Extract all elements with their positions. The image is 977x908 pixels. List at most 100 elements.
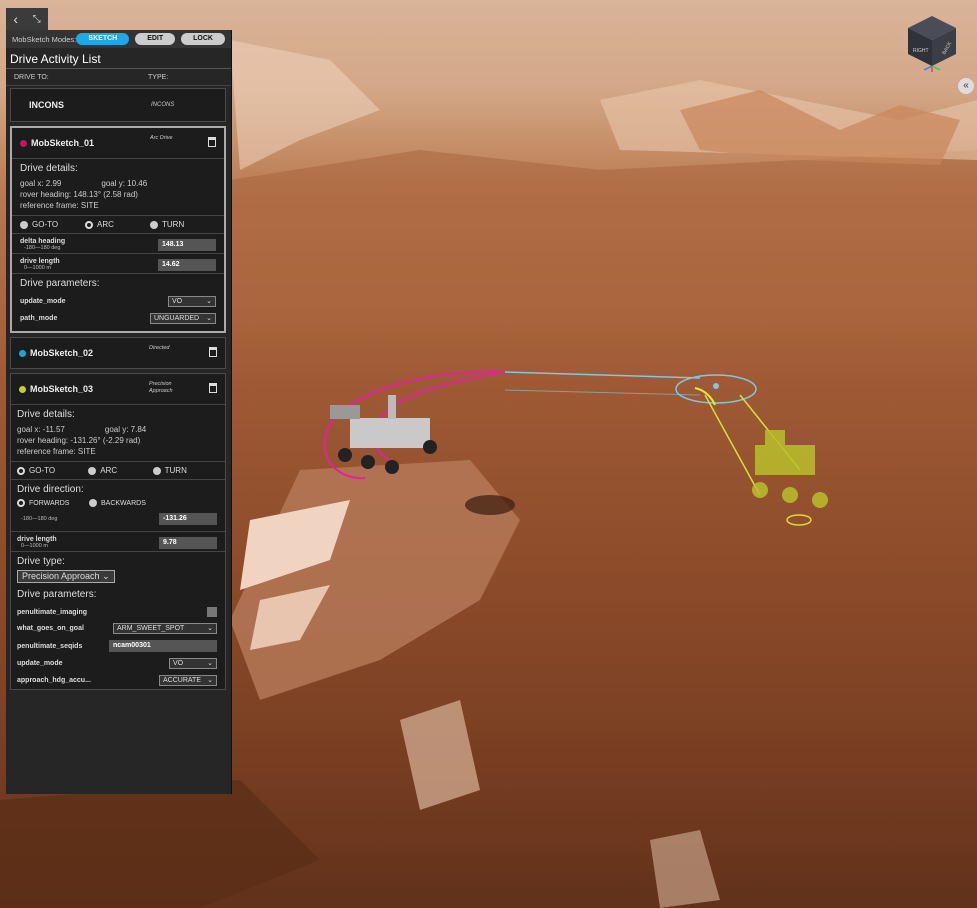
radio-icon [150, 220, 158, 229]
mobsketch-01-card[interactable]: MobSketch_01 Arc Drive Drive details: go… [10, 126, 226, 333]
hdg-select[interactable]: ACCURATE ⌄ [159, 675, 217, 686]
goal-value: ARM_SWEET_SPOT [117, 625, 185, 632]
mobsketch-03-card[interactable]: MobSketch_03 Precision Approach Drive de… [10, 373, 226, 690]
turn-label: TURN [164, 466, 187, 475]
drive-details-header: Drive details: [17, 409, 75, 420]
drive-length-row: drive length 0—1000 m 9.78 [11, 531, 225, 551]
arc-radio[interactable]: ARC [85, 220, 150, 229]
type-header: TYPE: [148, 74, 169, 81]
drive-length-input[interactable]: 14.62 [158, 258, 216, 271]
cube-right-label: RIGHT [913, 48, 929, 54]
heading-input[interactable]: -131.26 [159, 513, 217, 525]
turn-radio[interactable]: TURN [150, 220, 215, 229]
collapse-icon[interactable]: ⤡ [33, 14, 41, 25]
hdg-value: ACCURATE [163, 677, 201, 684]
radio-icon [20, 220, 28, 229]
mobsketch-01-type: Arc Drive [150, 135, 173, 141]
activity-list[interactable]: INCONS INCONS MobSketch_01 Arc Drive Dri… [10, 88, 226, 794]
goto-radio[interactable]: GO-TO [17, 466, 88, 475]
chevron-down-icon: ⌄ [207, 677, 213, 684]
radio-icon [89, 499, 97, 507]
radio-selected-icon [17, 466, 25, 475]
sketch-mode-button[interactable]: SKETCH [76, 33, 130, 45]
goto-radio[interactable]: GO-TO [20, 220, 85, 229]
arc-label: ARC [100, 466, 118, 475]
rover-heading: rover heading: -131.26° (-2.29 rad) [17, 436, 141, 445]
path-mode-value: UNGUARDED [154, 315, 200, 322]
pen-imaging-label: penultimate_imaging [17, 608, 88, 616]
drive-details-header: Drive details: [20, 163, 78, 174]
mobsketch-01-header[interactable]: MobSketch_01 Arc Drive [12, 128, 224, 158]
arc-label: ARC [97, 220, 114, 229]
chevron-down-icon: ⌄ [206, 298, 212, 305]
drive-params-header: Drive parameters: [20, 278, 100, 289]
column-headers: DRIVE TO: TYPE: [6, 69, 231, 86]
delta-heading-label: delta heading [20, 238, 66, 245]
drive-length-range: 0—1000 m [21, 543, 48, 549]
drive-type-select[interactable]: Precision Approach ⌄ [17, 570, 115, 583]
color-dot-icon [19, 349, 26, 357]
drive-mode-radios: GO-TO ARC TURN [12, 215, 224, 233]
drive-params-header: Drive parameters: [17, 589, 97, 600]
mobsketch-03-header[interactable]: MobSketch_03 Precision Approach [11, 374, 225, 404]
mobsketch-03-type: Precision Approach [149, 381, 173, 394]
goal-select[interactable]: ARM_SWEET_SPOT ⌄ [113, 623, 217, 634]
modes-label: MobSketch Modes: [12, 34, 77, 44]
view-cube-icon[interactable]: RIGHT BACK [904, 14, 960, 72]
backwards-radio[interactable]: BACKWARDS [89, 499, 169, 507]
update-mode-label: update_mode [17, 660, 63, 667]
radio-selected-icon [17, 499, 25, 507]
update-mode-select[interactable]: VO ⌄ [169, 658, 217, 669]
goal-label: what_goes_on_goal [17, 625, 84, 632]
delta-heading-row: delta heading -180—180 deg 148.13 [12, 233, 224, 253]
rover-ghost [752, 430, 828, 508]
chevron-down-icon: ⌄ [207, 625, 213, 632]
turn-label: TURN [162, 220, 185, 229]
seqids-row: penultimate_seqids ncam00301 [11, 637, 225, 655]
drive-mode-radios: GO-TO ARC TURN [11, 461, 225, 479]
drive-direction-header: Drive direction: [17, 484, 84, 495]
arc-radio[interactable]: ARC [88, 466, 152, 475]
lock-mode-button[interactable]: LOCK [181, 33, 225, 45]
drive-length-range: 0—1000 m [24, 265, 51, 271]
expand-right-icon[interactable]: « [958, 78, 974, 94]
drive-to-header: DRIVE TO: [14, 74, 49, 81]
heading-row: -180—180 deg -131.26 [17, 511, 217, 527]
radio-icon [152, 466, 161, 475]
incons-card[interactable]: INCONS INCONS [10, 88, 226, 122]
path-mode-select[interactable]: UNGUARDED ⌄ [150, 313, 216, 324]
hdg-row: approach_hdg_accu... ACCURATE ⌄ [11, 672, 225, 689]
edit-mode-button[interactable]: EDIT [135, 33, 176, 45]
trash-icon[interactable] [209, 347, 217, 357]
incons-type: INCONS [151, 102, 175, 108]
seqids-input[interactable]: ncam00301 [109, 640, 217, 652]
mobsketch-02-name: MobSketch_02 [30, 348, 94, 358]
goal-y: goal y: 7.84 [104, 425, 147, 434]
rover-heading: rover heading: 148.13° (2.58 rad) [20, 190, 138, 199]
pen-imaging-checkbox[interactable] [207, 607, 217, 617]
backwards-label: BACKWARDS [101, 499, 146, 507]
update-mode-select[interactable]: VO ⌄ [168, 296, 216, 307]
color-dot-icon [20, 139, 27, 147]
drive-length-input[interactable]: 9.78 [159, 536, 217, 549]
chevron-down-icon: ⌄ [206, 315, 212, 322]
hdg-label: approach_hdg_accu... [17, 677, 91, 684]
forwards-radio[interactable]: FORWARDS [17, 499, 89, 507]
update-mode-row: update_mode VO ⌄ [11, 655, 225, 672]
mobsketch-02-header[interactable]: MobSketch_02 Directed [11, 338, 225, 368]
color-dot-icon [19, 385, 26, 393]
drive-type-value: Precision Approach [22, 571, 100, 581]
mobsketch-02-card[interactable]: MobSketch_02 Directed [10, 337, 226, 369]
turn-radio[interactable]: TURN [152, 466, 217, 475]
back-chevron-icon[interactable]: ‹ [13, 11, 18, 27]
mobsketch-modes-bar: MobSketch Modes: SKETCH EDIT LOCK [6, 30, 231, 48]
update-mode-row: update_mode VO ⌄ [20, 293, 216, 310]
chevron-down-icon: ⌄ [102, 571, 110, 581]
delta-heading-input[interactable]: 148.13 [158, 238, 216, 251]
incons-label: INCONS [29, 100, 65, 110]
trash-icon[interactable] [208, 137, 216, 147]
drive-length-label: drive length [20, 258, 60, 265]
trash-icon[interactable] [209, 383, 217, 393]
path-mode-row: path_mode UNGUARDED ⌄ [20, 310, 216, 327]
drive-length-label: drive length [17, 536, 57, 543]
